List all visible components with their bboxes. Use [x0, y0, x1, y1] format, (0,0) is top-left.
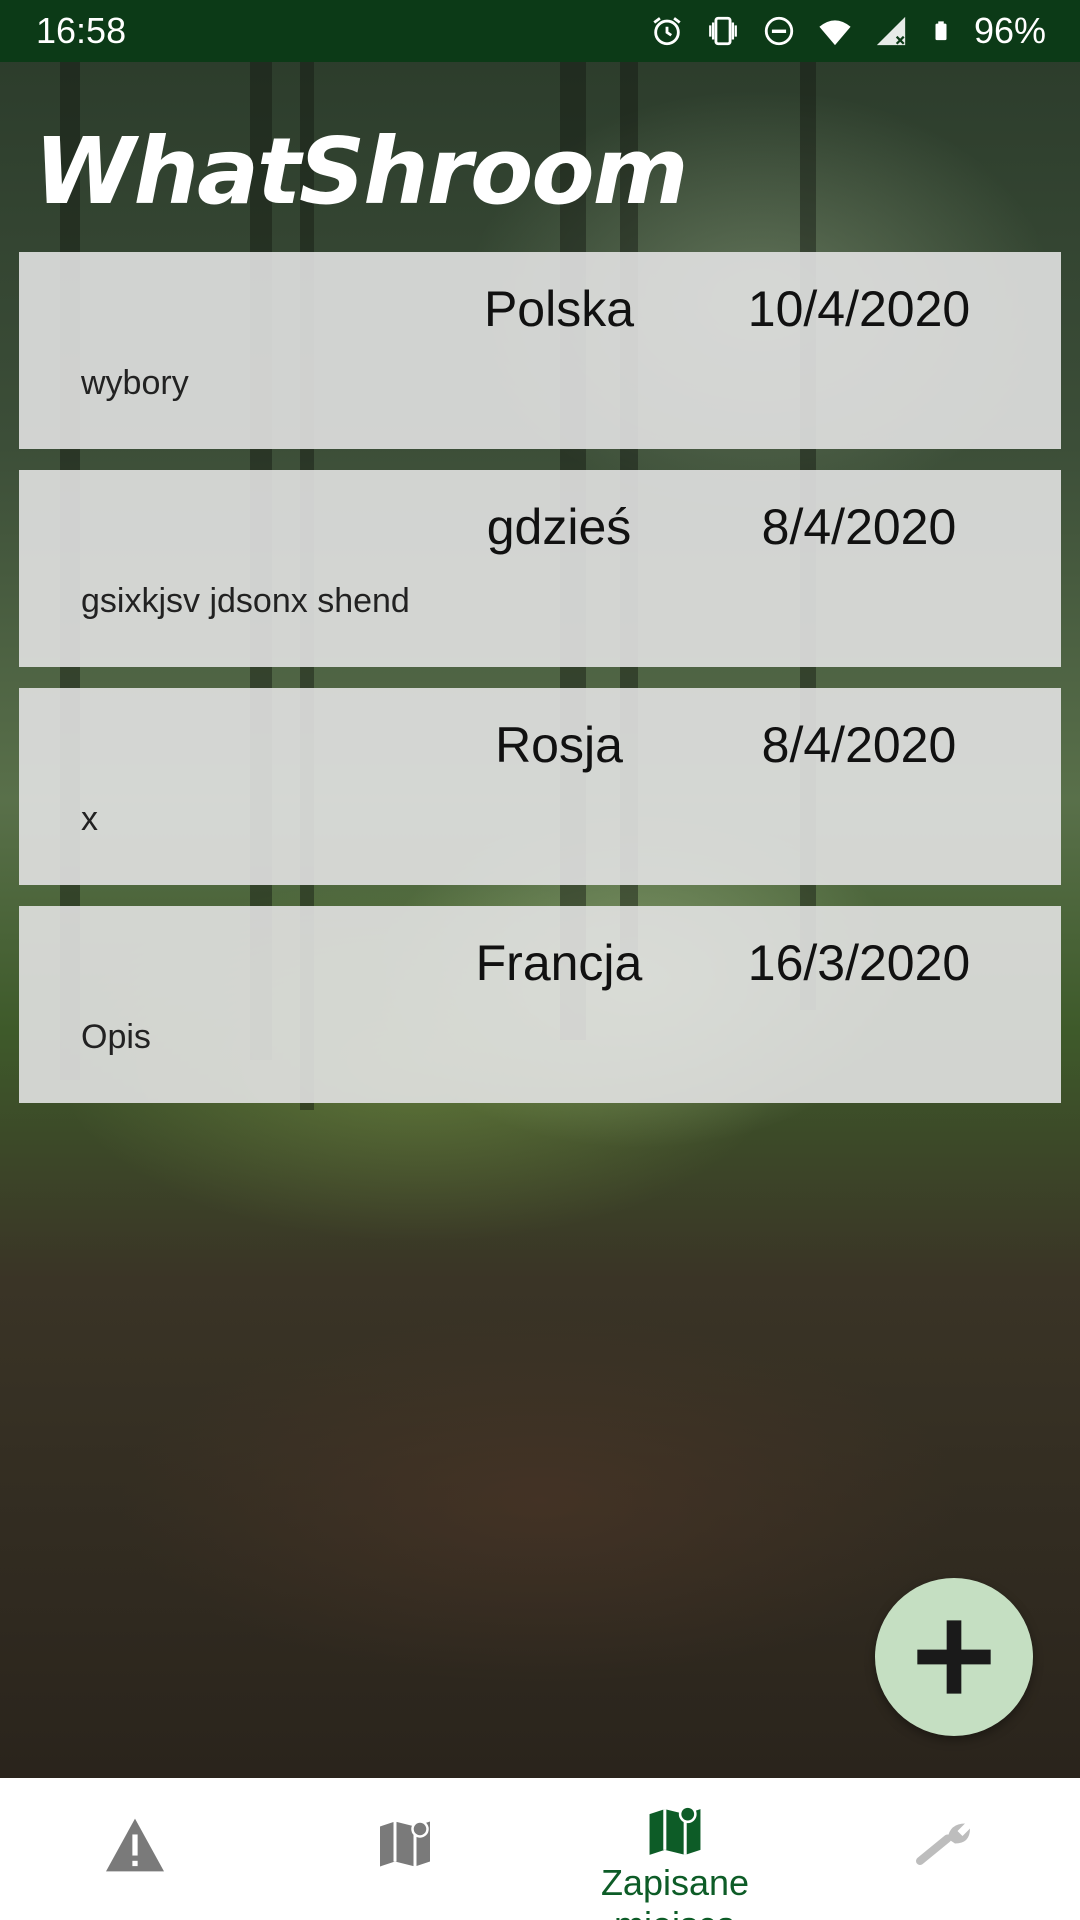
nav-item-settings[interactable]: [810, 1778, 1080, 1920]
battery-percent: 96%: [973, 10, 1046, 51]
saved-map-icon: [649, 1805, 701, 1855]
place-card[interactable]: Francja 16/3/2020 Opis: [19, 906, 1061, 1103]
place-description: x: [81, 800, 98, 838]
status-time: 16:58: [36, 10, 127, 51]
saved-places-list: Polska 10/4/2020 wybory gdzieś 8/4/2020 …: [19, 252, 1061, 1124]
place-date: 8/4/2020: [761, 717, 957, 773]
status-bar: 16:58 96%: [0, 0, 1080, 62]
vibrate-icon: [709, 16, 737, 46]
add-place-button[interactable]: [875, 1578, 1033, 1736]
nav-item-saved-places[interactable]: Zapisane miejsca: [540, 1778, 810, 1920]
place-card[interactable]: Polska 10/4/2020 wybory: [19, 252, 1061, 449]
place-date: 10/4/2020: [747, 281, 971, 337]
bottom-navigation: Zapisane miejsca: [0, 1778, 1080, 1920]
map-icon: [380, 1820, 430, 1867]
nav-item-warnings[interactable]: [0, 1778, 270, 1920]
nav-label-saved-places: Zapisane miejsca: [600, 1862, 750, 1920]
app-title: WhatShroom: [34, 118, 688, 225]
place-card[interactable]: Rosja 8/4/2020 x: [19, 688, 1061, 885]
status-icons: 96%: [650, 10, 1046, 52]
do-not-disturb-icon: [764, 16, 794, 46]
wifi-icon: [819, 20, 851, 46]
warning-icon: [106, 1818, 164, 1872]
place-description: gsixkjsv jdsonx shend: [81, 582, 410, 620]
place-date: 8/4/2020: [761, 499, 957, 555]
nav-item-map[interactable]: [270, 1778, 540, 1920]
wrench-icon: [916, 1823, 970, 1865]
signal-icon: [876, 16, 906, 46]
place-date: 16/3/2020: [747, 935, 971, 991]
place-description: Opis: [81, 1018, 151, 1056]
place-card[interactable]: gdzieś 8/4/2020 gsixkjsv jdsonx shend: [19, 470, 1061, 667]
plus-icon: [917, 1620, 991, 1694]
place-description: wybory: [81, 364, 189, 402]
battery-icon: [935, 21, 947, 41]
alarm-icon: [653, 17, 681, 46]
